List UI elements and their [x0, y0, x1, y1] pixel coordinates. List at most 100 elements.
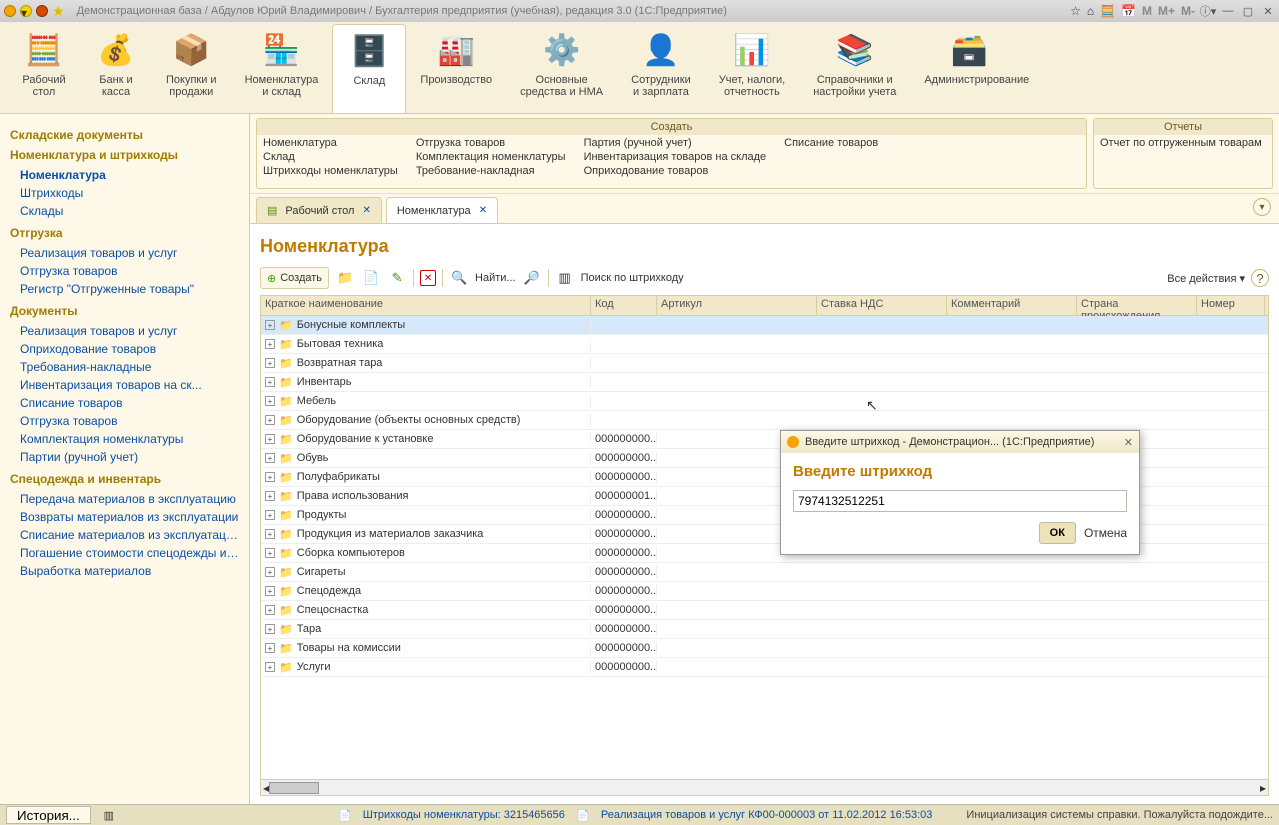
sidebar-item[interactable]: Регистр "Отгруженные товары"	[10, 280, 239, 298]
expand-icon[interactable]: +	[265, 377, 275, 387]
sidebar-item[interactable]: Партии (ручной учет)	[10, 448, 239, 466]
expand-icon[interactable]: +	[265, 529, 275, 539]
calendar-icon[interactable]: 📅	[1121, 4, 1136, 18]
table-row[interactable]: +📁Бытовая техника	[261, 335, 1268, 354]
create-link[interactable]: Склад	[263, 151, 398, 163]
tab-desktop[interactable]: ▤ Рабочий стол ✕	[256, 197, 382, 223]
tool-icon[interactable]: ☆	[1070, 4, 1081, 18]
info-icon[interactable]: ⓘ▾	[1201, 4, 1215, 18]
maximize-button[interactable]: ▢	[1241, 4, 1255, 18]
sidebar-item[interactable]: Оприходование товаров	[10, 340, 239, 358]
create-link[interactable]: Требование-накладная	[416, 165, 566, 177]
table-row[interactable]: +📁Бонусные комплекты	[261, 316, 1268, 335]
expand-icon[interactable]: +	[265, 472, 275, 482]
sidebar-item[interactable]: Отгрузка товаров	[10, 262, 239, 280]
all-actions-button[interactable]: Все действия ▾	[1167, 272, 1245, 285]
add-folder-icon[interactable]: 📁	[335, 268, 355, 288]
column-header[interactable]: Номер	[1197, 296, 1265, 315]
mem-m-minus[interactable]: M-	[1181, 4, 1195, 18]
dialog-close-button[interactable]: ✕	[1124, 436, 1133, 449]
ok-button[interactable]: ОК	[1039, 522, 1076, 544]
status-link-barcodes[interactable]: Штрихкоды номенклатуры: 3215465656	[363, 809, 565, 821]
dropdown-icon[interactable]: ▾	[20, 5, 32, 17]
sidebar-item[interactable]: Номенклатура	[10, 166, 239, 184]
close-button[interactable]: ✕	[1261, 4, 1275, 18]
dialog-titlebar[interactable]: Введите штрихкод - Демонстрацион... (1С:…	[781, 431, 1139, 453]
column-header[interactable]: Код	[591, 296, 657, 315]
copy-icon[interactable]: 📄	[361, 268, 381, 288]
tab-nomenclature[interactable]: Номенклатура ✕	[386, 197, 498, 223]
ribbon-item[interactable]: ⚙️Основныесредства и НМА	[506, 24, 617, 113]
create-link[interactable]: Списание товаров	[784, 137, 878, 149]
expand-icon[interactable]: +	[265, 662, 275, 672]
ribbon-item[interactable]: 📊Учет, налоги,отчетность	[705, 24, 799, 113]
expand-icon[interactable]: +	[265, 339, 275, 349]
create-link[interactable]: Партия (ручной учет)	[584, 137, 767, 149]
barcode-icon[interactable]: ▥	[555, 268, 575, 288]
expand-icon[interactable]: +	[265, 586, 275, 596]
expand-icon[interactable]: +	[265, 624, 275, 634]
expand-icon[interactable]: +	[265, 567, 275, 577]
sidebar-item[interactable]: Возвраты материалов из эксплуатации	[10, 508, 239, 526]
table-row[interactable]: +📁Спецодежда 000000000...	[261, 582, 1268, 601]
ribbon-item[interactable]: 💰Банк икасса	[80, 24, 152, 113]
tab-close[interactable]: ✕	[479, 205, 487, 216]
create-button[interactable]: ⊕ Создать	[260, 267, 329, 289]
expand-icon[interactable]: +	[265, 453, 275, 463]
sidebar-item[interactable]: Реализация товаров и услуг	[10, 322, 239, 340]
mem-m[interactable]: M	[1142, 4, 1152, 18]
help-icon[interactable]: ?	[1251, 269, 1269, 287]
table-row[interactable]: +📁Сигареты 000000000...	[261, 563, 1268, 582]
delete-icon[interactable]: ✕	[420, 270, 436, 286]
create-link[interactable]: Комплектация номенклатуры	[416, 151, 566, 163]
ribbon-item[interactable]: 🗃️Администрирование	[910, 24, 1028, 113]
tab-close[interactable]: ✕	[362, 205, 370, 216]
expand-icon[interactable]: +	[265, 548, 275, 558]
ribbon-item[interactable]: 🧮Рабочийстол	[8, 24, 80, 113]
circle-icon[interactable]	[36, 5, 48, 17]
create-link[interactable]: Штрихкоды номенклатуры	[263, 165, 398, 177]
table-row[interactable]: +📁Инвентарь	[261, 373, 1268, 392]
clear-find-icon[interactable]: 🔎	[522, 268, 542, 288]
table-row[interactable]: +📁Товары на комиссии 000000000...	[261, 639, 1268, 658]
sidebar-item[interactable]: Реализация товаров и услуг	[10, 244, 239, 262]
expand-icon[interactable]: +	[265, 605, 275, 615]
ribbon-item[interactable]: 🗄️Склад	[332, 24, 406, 113]
expand-icon[interactable]: +	[265, 643, 275, 653]
ribbon-item[interactable]: 🏭Производство	[406, 24, 506, 113]
star-icon[interactable]: ★	[52, 3, 65, 20]
column-header[interactable]: Краткое наименование	[261, 296, 591, 315]
ribbon-item[interactable]: 👤Сотрудникии зарплата	[617, 24, 705, 113]
column-header[interactable]: Страна происхождения	[1077, 296, 1197, 315]
find-icon[interactable]: 🔍	[449, 268, 469, 288]
sidebar-item[interactable]: Погашение стоимости спецодежды и с...	[10, 544, 239, 562]
find-label[interactable]: Найти...	[475, 272, 516, 284]
ribbon-item[interactable]: 🏪Номенклатураи склад	[231, 24, 333, 113]
edit-icon[interactable]: ✎	[387, 268, 407, 288]
table-row[interactable]: +📁Тара 000000000...	[261, 620, 1268, 639]
calc-icon[interactable]: 🧮	[1100, 4, 1115, 18]
expand-icon[interactable]: +	[265, 320, 275, 330]
create-link[interactable]: Оприходование товаров	[584, 165, 767, 177]
report-link[interactable]: Отчет по отгруженным товарам	[1100, 137, 1262, 149]
create-link[interactable]: Отгрузка товаров	[416, 137, 566, 149]
sidebar-item[interactable]: Требования-накладные	[10, 358, 239, 376]
create-link[interactable]: Номенклатура	[263, 137, 398, 149]
expand-icon[interactable]: +	[265, 491, 275, 501]
sidebar-item[interactable]: Комплектация номенклатуры	[10, 430, 239, 448]
column-header[interactable]: Комментарий	[947, 296, 1077, 315]
mem-m-plus[interactable]: M+	[1158, 4, 1175, 18]
cancel-button[interactable]: Отмена	[1084, 526, 1127, 540]
sidebar-item[interactable]: Инвентаризация товаров на ск...	[10, 376, 239, 394]
barcode-input[interactable]	[793, 490, 1127, 512]
horizontal-scrollbar[interactable]: ◂ ▸	[261, 779, 1268, 795]
ribbon-item[interactable]: 📚Справочники инастройки учета	[799, 24, 910, 113]
scroll-right-icon[interactable]: ▸	[1260, 781, 1266, 795]
ribbon-item[interactable]: 📦Покупки ипродажи	[152, 24, 231, 113]
sidebar-item[interactable]: Выработка материалов	[10, 562, 239, 580]
scroll-thumb[interactable]	[269, 782, 319, 794]
sidebar-item[interactable]: Передача материалов в эксплуатацию	[10, 490, 239, 508]
sidebar-item[interactable]: Списание товаров	[10, 394, 239, 412]
sidebar-item[interactable]: Штрихкоды	[10, 184, 239, 202]
expand-icon[interactable]: +	[265, 434, 275, 444]
